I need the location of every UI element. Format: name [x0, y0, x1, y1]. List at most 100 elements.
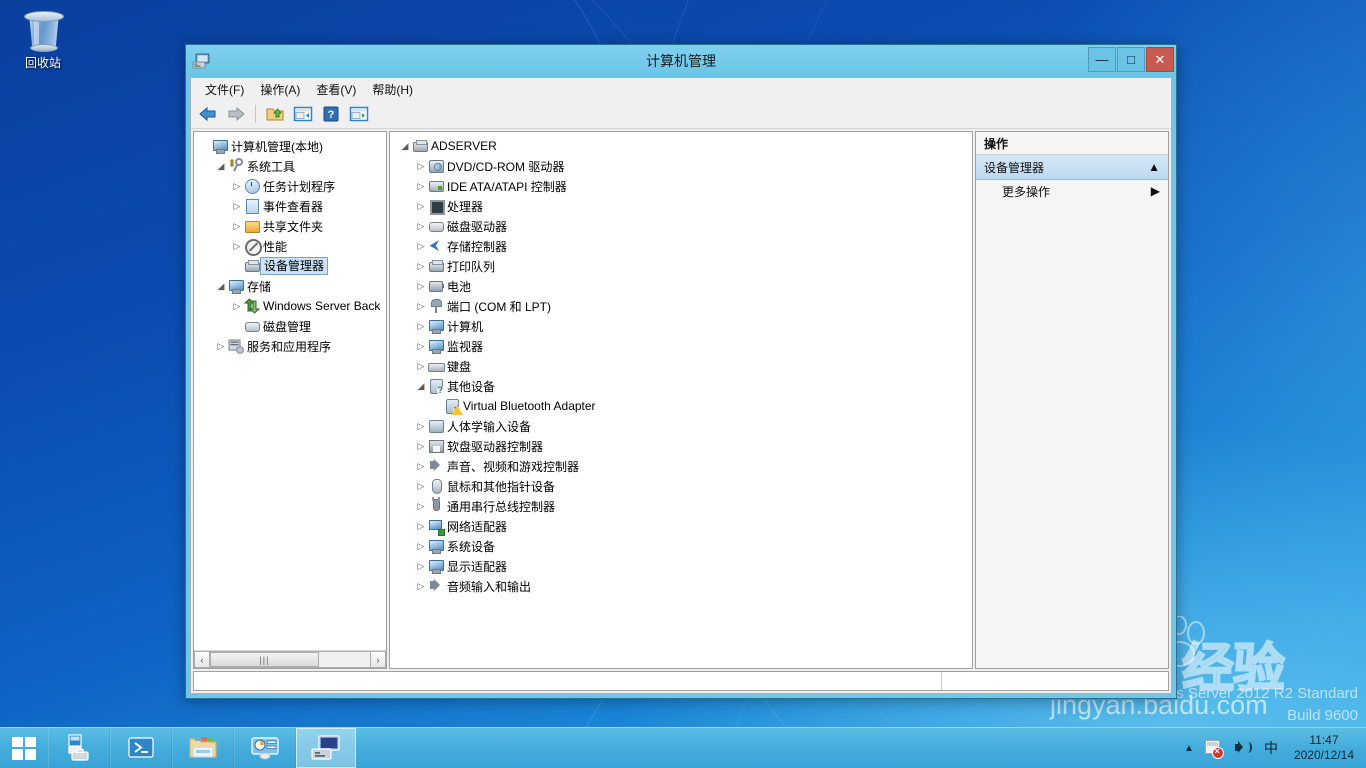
tree-item[interactable]: ▷ 磁盘驱动器: [392, 216, 972, 236]
hscroll-right-button[interactable]: ›: [370, 651, 386, 668]
expand-arrow-icon[interactable]: ▷: [414, 196, 428, 216]
expand-arrow-icon[interactable]: ▷: [414, 436, 428, 456]
window-controls[interactable]: — □ ✕: [1088, 47, 1174, 72]
expand-arrow-icon[interactable]: ▷: [414, 536, 428, 556]
taskbar-file-explorer[interactable]: [172, 728, 234, 768]
device-tree[interactable]: ◢ ADSERVER ▷ DVD/CD-ROM 驱动器 ▷ IDE ATA/ATAPI 控…: [390, 132, 972, 668]
tree-item[interactable]: 磁盘管理: [196, 316, 386, 336]
computer-management-window[interactable]: 计算机管理 — □ ✕ 文件(F) 操作(A) 查看(V) 帮助(H) ? 计算…: [185, 44, 1177, 699]
menu-file[interactable]: 文件(F): [197, 79, 252, 100]
actions-pane[interactable]: 操作 设备管理器 ▲ 更多操作 ▶: [975, 131, 1169, 669]
hscroll-left-button[interactable]: ‹: [194, 651, 210, 668]
expand-arrow-icon[interactable]: ▷: [414, 516, 428, 536]
expand-arrow-icon[interactable]: ▷: [230, 196, 244, 216]
tree-item[interactable]: ▷ 键盘: [392, 356, 972, 376]
console-tree[interactable]: 计算机管理(本地) ◢ 系统工具 ▷ 任务计划程序 ▷ 事件查看器 ▷ 共享文件夹 ▷ 性能 设备管理…: [194, 132, 386, 650]
system-tray[interactable]: ▲ 中 11:47 2020/12/14: [1184, 728, 1366, 768]
expand-arrow-icon[interactable]: ▷: [414, 316, 428, 336]
tree-item[interactable]: ▷ 系统设备: [392, 536, 972, 556]
tree-item[interactable]: ▷ 处理器: [392, 196, 972, 216]
tree-item[interactable]: 设备管理器: [196, 256, 386, 276]
collapse-arrow-icon[interactable]: ◢: [214, 276, 228, 296]
tree-item[interactable]: ▷ 事件查看器: [196, 196, 386, 216]
tree-item[interactable]: ▷ 计算机: [392, 316, 972, 336]
collapse-arrow-icon[interactable]: ◢: [414, 376, 428, 396]
expand-arrow-icon[interactable]: ▷: [414, 156, 428, 176]
expand-arrow-icon[interactable]: ▷: [414, 416, 428, 436]
expand-arrow-icon[interactable]: ▷: [414, 456, 428, 476]
show-hidden-icons-button[interactable]: ▲: [1184, 743, 1194, 754]
ime-icon[interactable]: 中: [1261, 738, 1281, 758]
tree-item[interactable]: ▷ 共享文件夹: [196, 216, 386, 236]
expand-arrow-icon[interactable]: ▷: [414, 296, 428, 316]
tree-item[interactable]: ◢ 其他设备: [392, 376, 972, 396]
desktop[interactable]: 回收站 Baidu 经验 jingyan.baidu.com Windows S…: [0, 0, 1366, 768]
tree-item[interactable]: ▷ 鼠标和其他指针设备: [392, 476, 972, 496]
desktop-icon-recycle-bin[interactable]: 回收站: [6, 6, 80, 84]
menu-help[interactable]: 帮助(H): [364, 79, 421, 100]
expand-arrow-icon[interactable]: ▷: [414, 176, 428, 196]
tree-item[interactable]: ▷ 通用串行总线控制器: [392, 496, 972, 516]
expand-arrow-icon[interactable]: ▷: [414, 256, 428, 276]
up-folder-icon[interactable]: [262, 102, 288, 126]
tree-item[interactable]: ▷ 人体学输入设备: [392, 416, 972, 436]
taskbar[interactable]: ▲ 中 11:47 2020/12/14: [0, 727, 1366, 768]
expand-arrow-icon[interactable]: ▷: [414, 276, 428, 296]
back-icon[interactable]: [195, 102, 221, 126]
taskbar-powershell[interactable]: [110, 728, 172, 768]
forward-icon[interactable]: [223, 102, 249, 126]
tree-item[interactable]: ◢ 系统工具: [196, 156, 386, 176]
expand-arrow-icon[interactable]: ▷: [230, 176, 244, 196]
tree-item[interactable]: Virtual Bluetooth Adapter: [392, 396, 972, 416]
maximize-button[interactable]: □: [1117, 47, 1145, 72]
toolbar[interactable]: ?: [191, 100, 1171, 129]
taskbar-empty-area[interactable]: [356, 728, 1184, 768]
help-icon[interactable]: ?: [318, 102, 344, 126]
expand-arrow-icon[interactable]: ▷: [414, 496, 428, 516]
chevron-up-icon[interactable]: ▲: [1148, 160, 1160, 174]
expand-arrow-icon[interactable]: ▷: [230, 236, 244, 256]
expand-arrow-icon[interactable]: ▷: [230, 296, 244, 316]
expand-arrow-icon[interactable]: ▷: [414, 476, 428, 496]
device-manager-pane[interactable]: ◢ ADSERVER ▷ DVD/CD-ROM 驱动器 ▷ IDE ATA/ATAPI 控…: [389, 131, 973, 669]
menu-bar[interactable]: 文件(F) 操作(A) 查看(V) 帮助(H): [191, 78, 1171, 100]
tree-item[interactable]: ▷ 端口 (COM 和 LPT): [392, 296, 972, 316]
tree-item[interactable]: ▷ IDE ATA/ATAPI 控制器: [392, 176, 972, 196]
expand-arrow-icon[interactable]: ▷: [414, 336, 428, 356]
taskbar-computer-management[interactable]: [296, 728, 356, 768]
tree-item[interactable]: ▷ ⮜ 存储控制器: [392, 236, 972, 256]
console-tree-hscrollbar[interactable]: ‹ ||| ›: [194, 650, 386, 668]
tree-item[interactable]: ◢ 存储: [196, 276, 386, 296]
tree-item[interactable]: ▷ 任务计划程序: [196, 176, 386, 196]
tree-item[interactable]: ▷ 软盘驱动器控制器: [392, 436, 972, 456]
volume-icon[interactable]: [1232, 738, 1252, 758]
expand-arrow-icon[interactable]: ▷: [414, 556, 428, 576]
minimize-button[interactable]: —: [1088, 47, 1116, 72]
start-button[interactable]: [0, 728, 48, 768]
taskbar-server-manager[interactable]: [48, 728, 110, 768]
expand-arrow-icon[interactable]: ▷: [230, 216, 244, 236]
tree-item[interactable]: ▷ 音频输入和输出: [392, 576, 972, 596]
actions-item-more-actions[interactable]: 更多操作 ▶: [976, 180, 1168, 202]
expand-arrow-icon[interactable]: ▷: [414, 216, 428, 236]
tree-item[interactable]: ▷ Windows Server Back: [196, 296, 386, 316]
tree-item[interactable]: ▷ 网络适配器: [392, 516, 972, 536]
expand-arrow-icon[interactable]: ▷: [414, 356, 428, 376]
close-button[interactable]: ✕: [1146, 47, 1174, 72]
expand-arrow-icon[interactable]: ▷: [214, 336, 228, 356]
window-titlebar[interactable]: 计算机管理 — □ ✕: [186, 45, 1176, 77]
tree-item[interactable]: 计算机管理(本地): [196, 136, 386, 156]
expand-arrow-icon[interactable]: ▷: [414, 576, 428, 596]
collapse-arrow-icon[interactable]: ◢: [214, 156, 228, 176]
actions-section-device-manager[interactable]: 设备管理器 ▲: [976, 155, 1168, 180]
tree-item[interactable]: ▷ 声音、视频和游戏控制器: [392, 456, 972, 476]
tree-item[interactable]: ▷ DVD/CD-ROM 驱动器: [392, 156, 972, 176]
taskbar-control-panel[interactable]: [234, 728, 296, 768]
tree-item[interactable]: ▷ 监视器: [392, 336, 972, 356]
show-hide-console-tree-icon[interactable]: [290, 102, 316, 126]
tree-item[interactable]: ▷ 打印队列: [392, 256, 972, 276]
menu-view[interactable]: 查看(V): [308, 79, 364, 100]
expand-arrow-icon[interactable]: ▷: [414, 236, 428, 256]
hscroll-thumb[interactable]: |||: [210, 652, 319, 667]
tree-item[interactable]: ▷ 电池: [392, 276, 972, 296]
